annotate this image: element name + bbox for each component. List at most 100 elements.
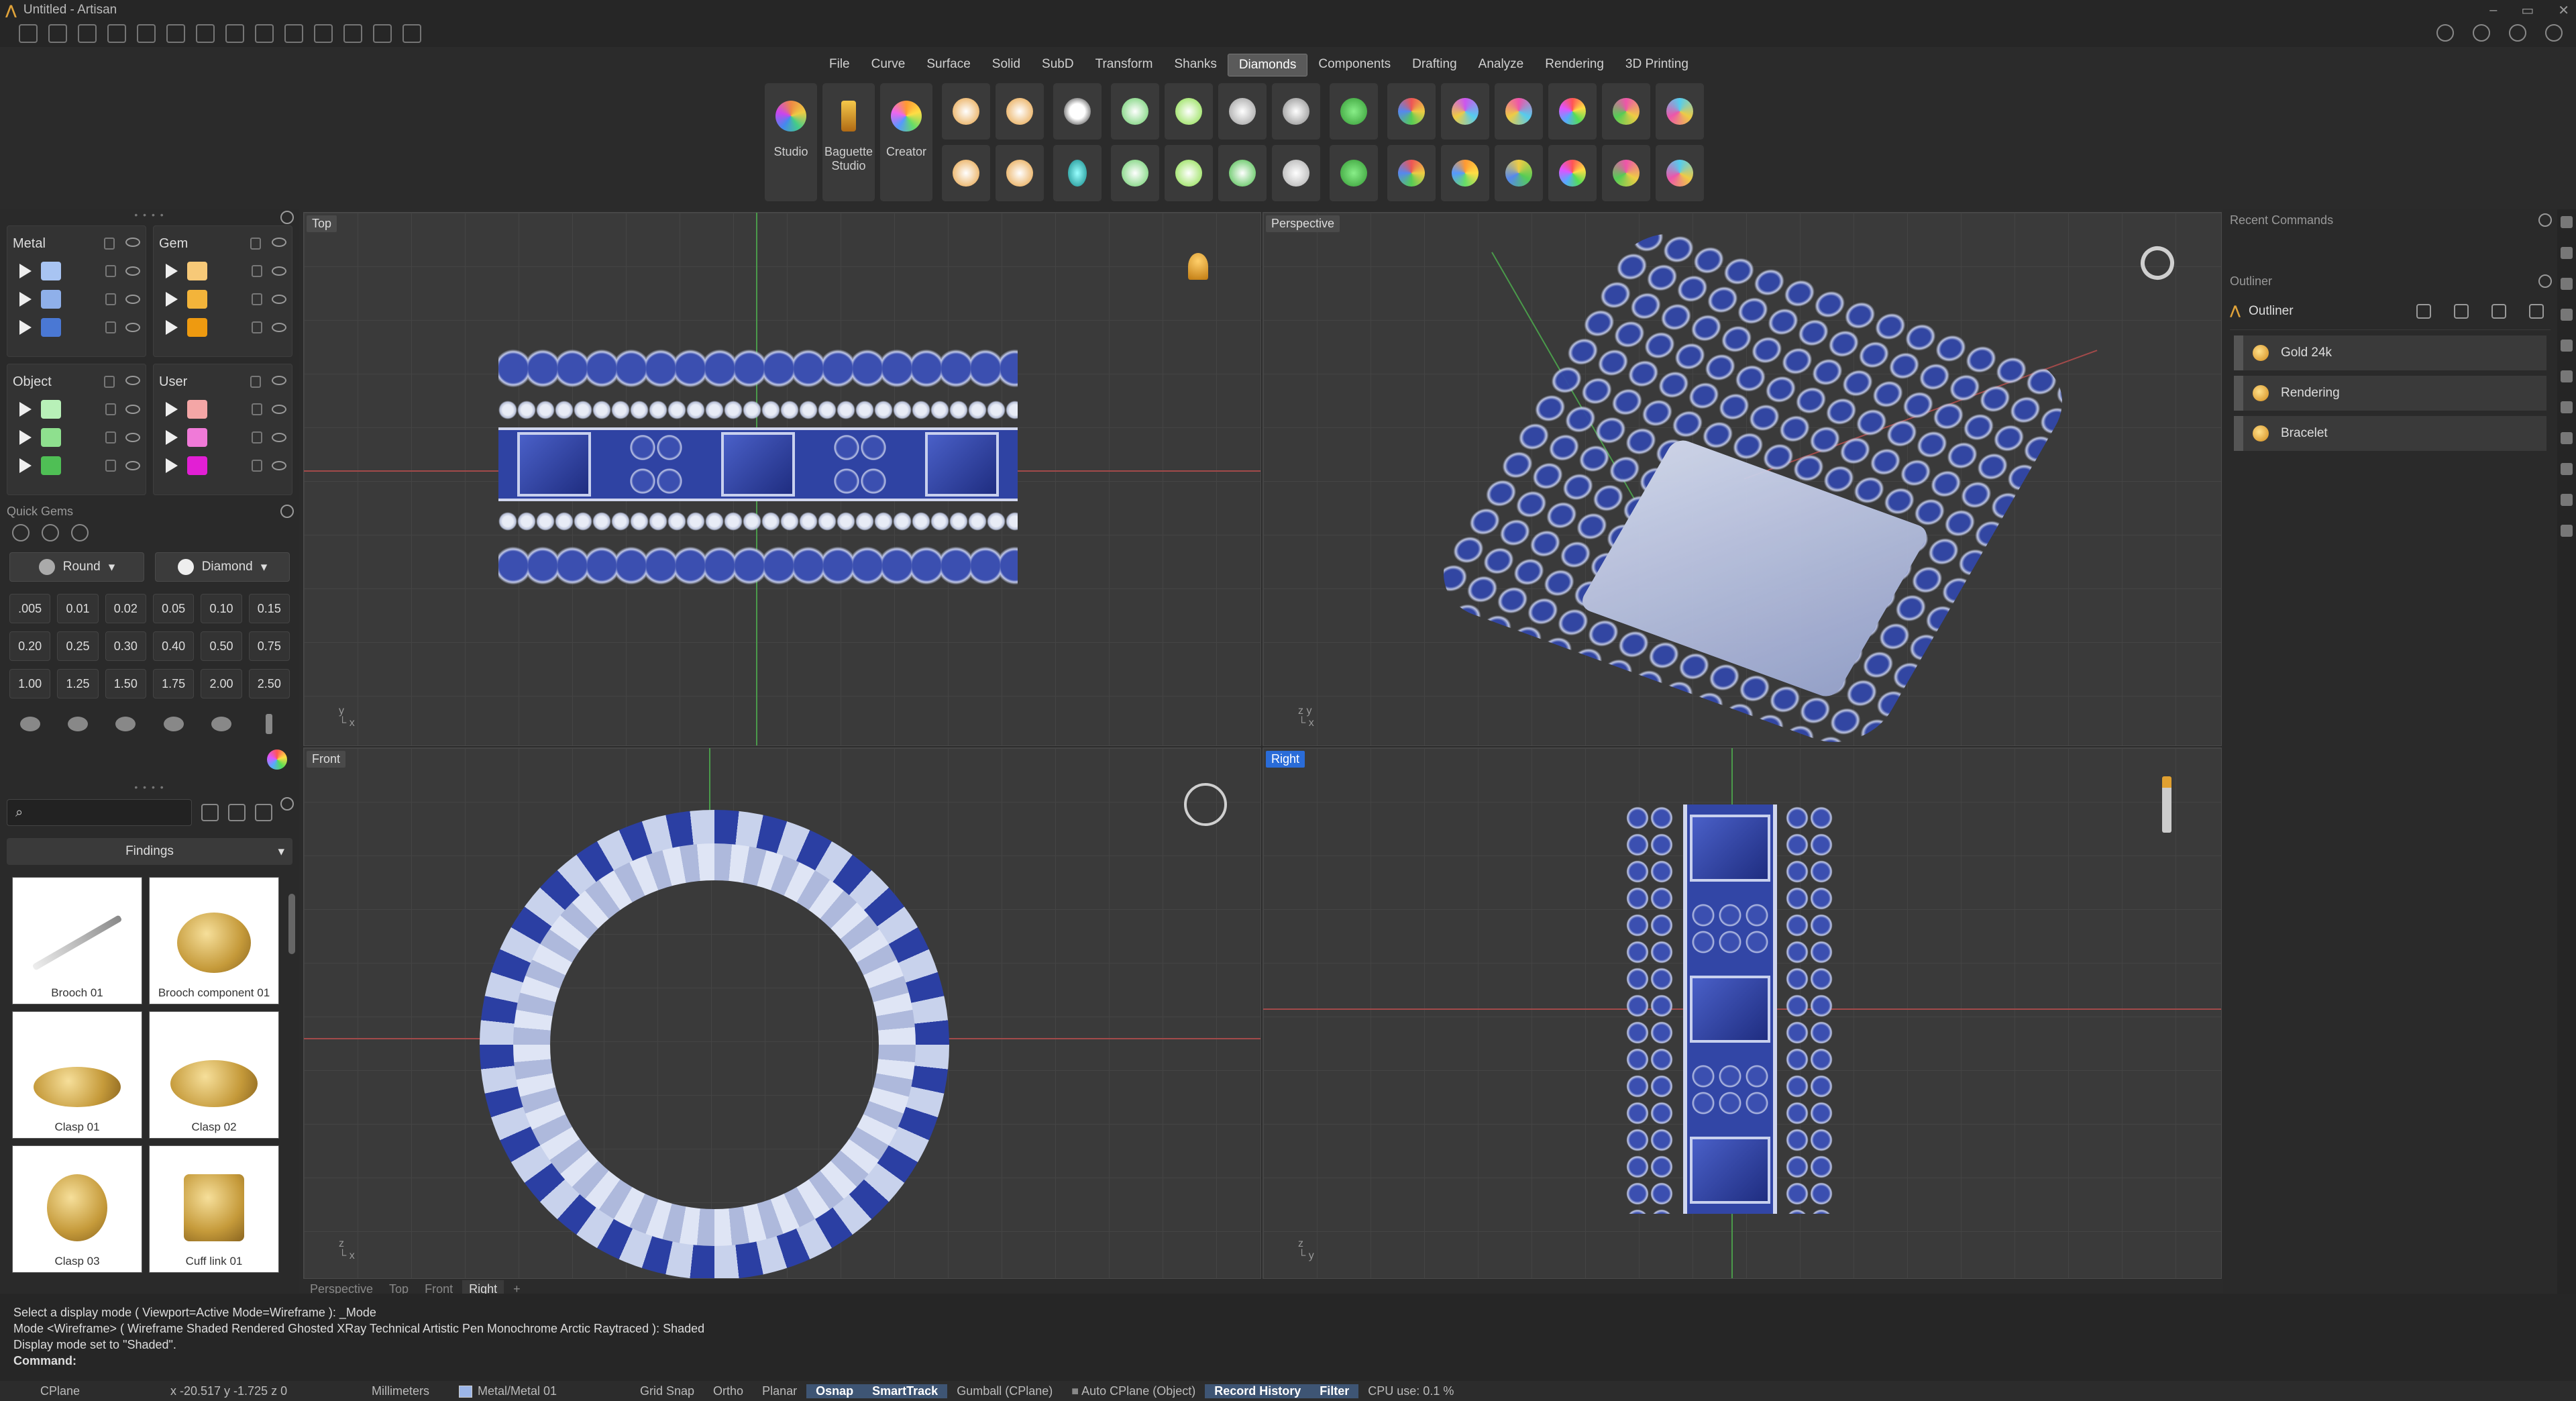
library-item[interactable]: Clasp 01 [12,1011,142,1139]
gem-size-button[interactable]: 0.25 [57,631,99,661]
lock-icon[interactable] [250,376,261,388]
gem-size-button[interactable]: 1.25 [57,669,99,698]
layer-color-swatch[interactable] [187,400,207,419]
panel-icon[interactable] [2561,401,2573,413]
library-item[interactable]: Brooch 01 [12,877,142,1004]
eye-icon[interactable] [272,295,286,304]
play-icon[interactable] [166,320,178,335]
play-icon[interactable] [166,458,178,473]
eye-icon[interactable] [272,266,286,276]
edit-icon[interactable] [2491,303,2506,319]
layer-row[interactable] [13,395,140,423]
gem-tool-icon[interactable] [12,524,30,541]
studio-button[interactable]: Studio [765,83,817,201]
eye-icon[interactable] [272,238,286,247]
select-icon[interactable] [314,24,333,43]
lock-icon[interactable] [105,293,116,305]
undo-icon[interactable] [137,24,156,43]
eye-icon[interactable] [125,266,140,276]
layer-row[interactable] [13,423,140,452]
gem-variation-button[interactable] [1656,145,1704,201]
save-as-icon[interactable] [225,24,244,43]
gem-size-button[interactable]: 0.15 [248,594,290,623]
gems-on-curve-button[interactable] [942,83,990,140]
gem-report-button[interactable] [1387,83,1436,140]
add-folder-icon[interactable] [228,804,246,821]
lock-icon[interactable] [105,403,116,415]
lock-icon[interactable] [105,321,116,333]
lock-icon[interactable] [252,403,262,415]
gem-size-button[interactable]: 1.00 [9,669,51,698]
bezel-setting-button[interactable] [1111,145,1159,201]
panel-icon[interactable] [2561,432,2573,444]
outliner-item[interactable]: Gold 24k [2234,335,2546,370]
viewport-label-active[interactable]: Right [1266,751,1305,768]
command-input[interactable]: Command: [13,1353,2563,1369]
gem-cut-button[interactable] [9,709,50,739]
layer-color-swatch[interactable] [41,400,61,419]
recent-commands-gear-icon[interactable] [2538,213,2552,227]
layer-color-swatch[interactable] [41,262,61,280]
tab-rendering[interactable]: Rendering [1534,54,1615,76]
color-wheel-icon[interactable] [267,749,287,770]
panel-grip[interactable]: • • • • [0,782,299,792]
play-icon[interactable] [166,292,178,307]
layer-color-swatch[interactable] [187,262,207,280]
cutter-array-button[interactable] [1330,145,1378,201]
gem-size-button[interactable]: 0.02 [105,594,146,623]
panel-icon[interactable] [2561,463,2573,475]
gem-cut-button[interactable] [105,709,146,739]
lock-icon[interactable] [252,431,262,444]
channel-setting-button[interactable] [1218,83,1267,140]
layer-color-swatch[interactable] [187,290,207,309]
viewport-perspective[interactable]: Perspective z y └ x [1263,212,2222,746]
gem-path-button[interactable] [1495,145,1543,201]
filter-toggle[interactable]: Filter [1310,1384,1359,1398]
osnap-toggle[interactable]: Osnap [806,1384,863,1398]
prong-setting-button[interactable] [1111,83,1159,140]
gem-mix-button[interactable] [1602,145,1650,201]
gem-size-button[interactable]: 2.50 [248,669,290,698]
balance-icon[interactable] [2454,303,2469,319]
layer-color-swatch[interactable] [41,428,61,447]
pen-tool-icon[interactable] [2162,776,2171,833]
ring-preview-icon[interactable] [1184,783,1227,826]
gem-pick-icon[interactable] [71,524,89,541]
gem-color-button[interactable] [1441,145,1489,201]
layer-color-swatch[interactable] [41,318,61,337]
layer-row[interactable] [13,313,140,342]
gems-line-button[interactable] [996,83,1044,140]
gem-pin-button[interactable] [249,709,290,739]
creator-button[interactable]: Creator [880,83,932,201]
play-icon[interactable] [166,430,178,445]
viewport-label[interactable]: Perspective [1266,215,1340,232]
tab-shanks[interactable]: Shanks [1163,54,1227,76]
eye-icon[interactable] [125,405,140,414]
viewport-front[interactable]: Front z └ x [303,747,1261,1279]
panel-icon[interactable] [2561,494,2573,506]
baguette-studio-button[interactable]: Baguette Studio [822,83,875,201]
eye-icon[interactable] [125,376,140,385]
eye-icon[interactable] [125,238,140,247]
lock-icon[interactable] [104,376,115,388]
cutter-button[interactable] [1330,83,1378,140]
eye-icon[interactable] [272,405,286,414]
help-icon[interactable] [2509,24,2526,42]
layer-row[interactable] [13,452,140,480]
gem-size-button[interactable]: 0.10 [201,594,242,623]
gumball-pin-icon[interactable] [1188,253,1208,280]
info-icon[interactable] [2436,24,2454,42]
grid-snap-toggle[interactable]: Grid Snap [631,1384,704,1398]
snap-icon[interactable] [373,24,392,43]
auto-cplane-toggle[interactable]: Auto CPlane (Object) [1062,1384,1205,1398]
refresh-icon[interactable] [255,804,272,821]
pave-button[interactable] [1272,145,1320,201]
gem-swap-button[interactable] [1602,83,1650,140]
settings-tool-icon[interactable] [402,24,421,43]
viewport-top[interactable]: Top y └ x [303,212,1261,746]
lock-icon[interactable] [252,321,262,333]
new-template-icon[interactable] [48,24,67,43]
ring-preview-icon[interactable] [2135,241,2180,285]
panel-icon[interactable] [2561,370,2573,382]
gem-shape-dropdown[interactable]: Round ▾ [9,552,144,582]
